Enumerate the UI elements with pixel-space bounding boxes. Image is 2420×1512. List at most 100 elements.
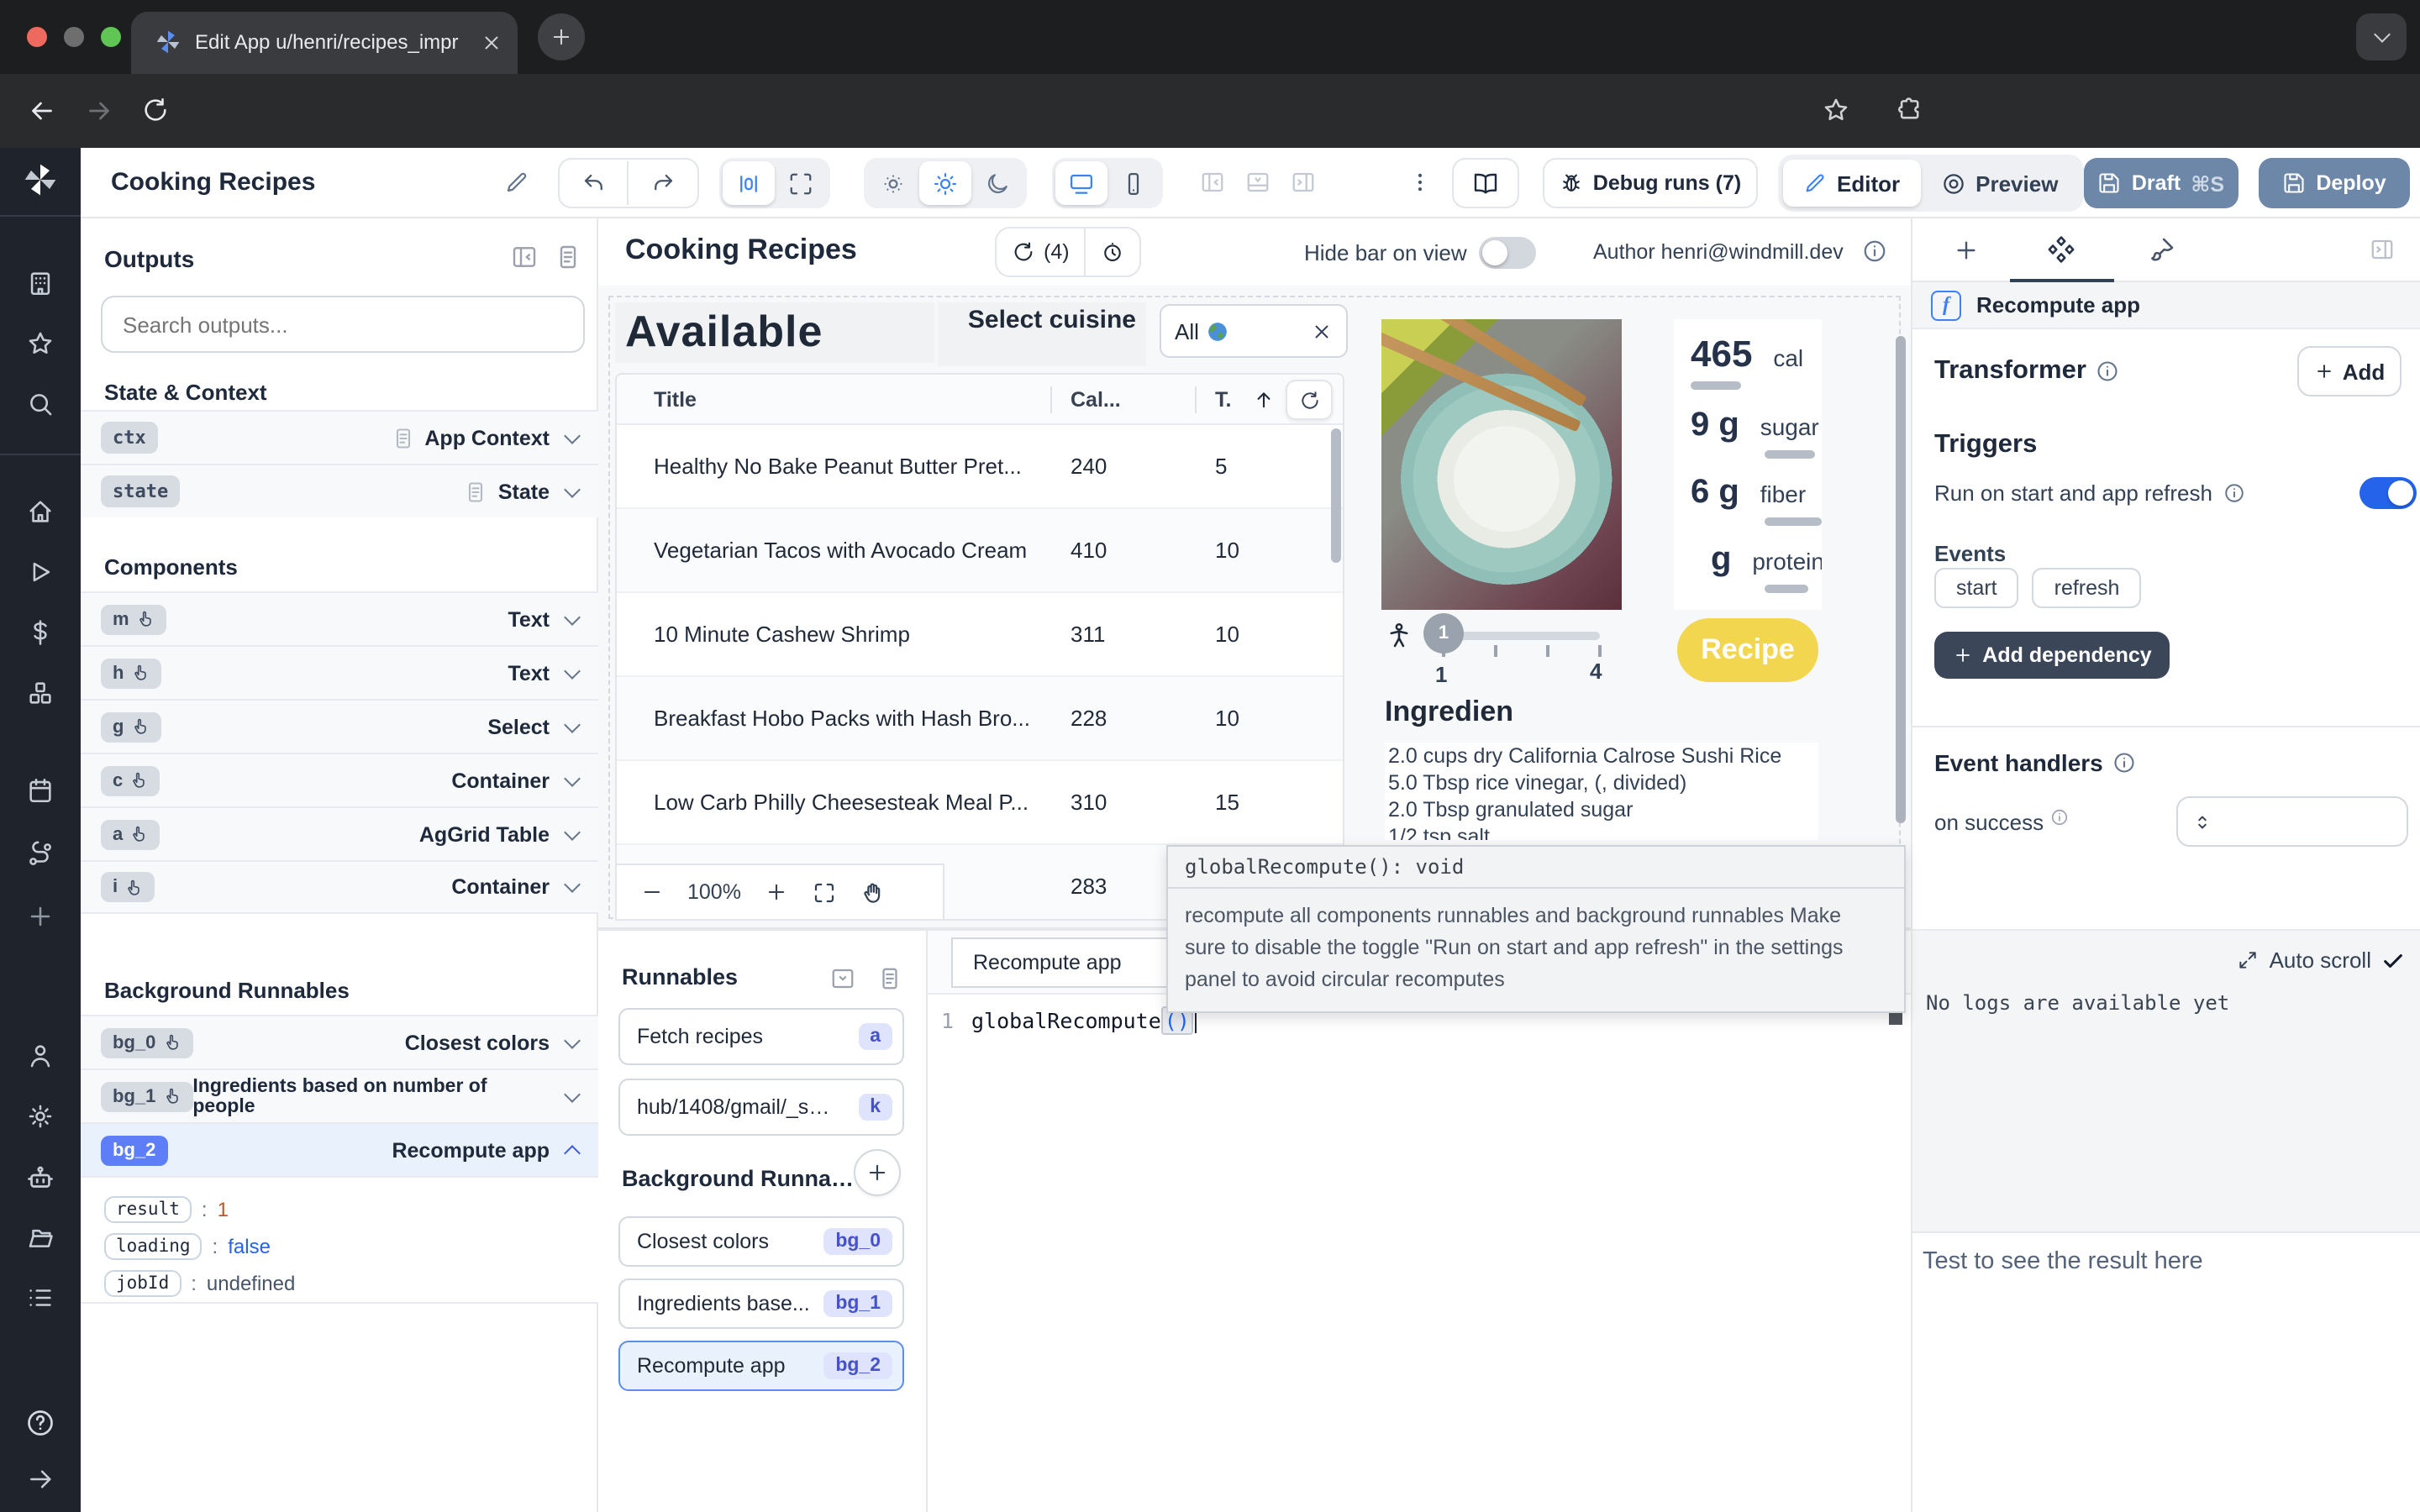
redo-button[interactable] (629, 161, 697, 205)
output-row-state[interactable]: state State (81, 464, 598, 517)
styling-brush-icon[interactable] (2148, 235, 2176, 264)
chevron-down-icon[interactable] (564, 823, 581, 840)
collapse-panel-right-icon[interactable] (2370, 237, 2395, 262)
bookmark-star-icon[interactable] (1822, 96, 1850, 124)
table-row[interactable]: Healthy No Bake Peanut Butter Pret...240… (617, 425, 1343, 509)
chevron-down-icon[interactable] (564, 876, 581, 893)
schedules-calendar-icon[interactable] (26, 776, 55, 805)
history-button[interactable] (1086, 228, 1140, 276)
search-icon[interactable] (26, 390, 55, 418)
runnable-card[interactable]: hub/1408/gmail/_sen... k (618, 1079, 904, 1136)
pan-hand-icon[interactable] (860, 879, 886, 905)
table-row[interactable]: 10 Minute Cashew Shrimp31110 (617, 593, 1343, 677)
reload-icon[interactable] (141, 96, 170, 124)
panel-right-icon[interactable] (1291, 170, 1316, 195)
browser-tab[interactable]: Edit App u/henri/recipes_impr (131, 12, 518, 74)
zoom-in-icon[interactable] (765, 880, 788, 904)
search-outputs-input[interactable] (101, 296, 585, 353)
theme-dark-button[interactable] (971, 161, 1023, 205)
doc-icon[interactable] (877, 966, 902, 991)
component-row[interactable]: c Container (81, 753, 598, 806)
search-tabs-button[interactable] (2356, 13, 2407, 60)
background-runnable-card-selected[interactable]: Recompute app bg_2 (618, 1341, 904, 1391)
zoom-out-icon[interactable] (640, 880, 664, 904)
folders-icon[interactable] (26, 1223, 55, 1252)
info-icon[interactable] (2050, 808, 2069, 827)
tab-preview[interactable]: Preview (1920, 160, 2078, 207)
panel-left-icon[interactable] (1200, 170, 1225, 195)
extensions-icon[interactable] (1896, 96, 1924, 124)
window-zoom-button[interactable] (101, 27, 121, 47)
workers-robot-icon[interactable] (25, 1163, 55, 1193)
col-title[interactable]: Title (654, 387, 697, 411)
resources-cubes-icon[interactable] (26, 679, 55, 707)
table-row[interactable]: Breakfast Hobo Packs with Hash Bro...228… (617, 677, 1343, 761)
code-line[interactable]: globalRecompute()​ (971, 1008, 1197, 1033)
fullwidth-layout-button[interactable] (775, 161, 827, 205)
center-layout-button[interactable] (723, 161, 775, 205)
chevron-down-icon[interactable] (564, 716, 581, 732)
chevron-down-icon[interactable] (564, 480, 581, 497)
tab-editor[interactable]: Editor (1783, 160, 1920, 207)
run-on-start-toggle[interactable] (2360, 477, 2417, 509)
component-row[interactable]: m Text (81, 591, 598, 645)
table-row[interactable]: Low Carb Philly Cheesesteak Meal P...310… (617, 761, 1343, 845)
chevron-down-icon[interactable] (564, 769, 581, 786)
add-background-runnable-button[interactable] (854, 1149, 901, 1196)
theme-auto-button[interactable] (867, 161, 919, 205)
info-icon[interactable] (1862, 239, 1887, 264)
info-icon[interactable] (2223, 482, 2244, 504)
background-runnable-row[interactable]: bg_0 Closest colors (81, 1015, 598, 1068)
background-runnable-card[interactable]: Ingredients base... bg_1 (618, 1278, 904, 1329)
background-runnable-row[interactable]: bg_1 Ingredients based on number of peop… (81, 1068, 598, 1122)
variables-dollar-icon[interactable] (26, 618, 55, 647)
info-icon[interactable] (2113, 751, 2137, 774)
clear-select-x-icon[interactable] (1311, 320, 1333, 342)
recipe-button[interactable]: Recipe (1677, 618, 1818, 682)
new-tab-button[interactable] (538, 13, 585, 60)
home-icon[interactable] (26, 497, 55, 526)
more-menu-icon[interactable] (1408, 170, 1432, 195)
chevron-down-icon[interactable] (564, 1032, 581, 1048)
tab-close-icon[interactable] (481, 32, 502, 54)
edit-title-pencil-icon[interactable] (504, 170, 529, 195)
table-refresh-button[interactable] (1286, 380, 1333, 420)
window-close-button[interactable] (27, 27, 47, 47)
canvas-scrollbar[interactable] (1896, 336, 1906, 823)
doc-panel-icon[interactable] (555, 244, 581, 270)
background-runnable-card[interactable]: Closest colors bg_0 (618, 1216, 904, 1267)
insert-component-plus-icon[interactable] (1953, 237, 1980, 264)
logs-list-icon[interactable] (26, 1284, 55, 1312)
editor-tab[interactable]: Recompute app (951, 937, 1186, 988)
expand-logs-icon[interactable] (2238, 949, 2260, 971)
component-row[interactable]: a AgGrid Table (81, 806, 598, 860)
users-person-icon[interactable] (26, 1042, 55, 1070)
forward-icon[interactable] (84, 96, 114, 126)
mobile-view-button[interactable] (1107, 161, 1160, 205)
cuisine-select[interactable]: All (1160, 304, 1348, 358)
add-dependency-button[interactable]: Add dependency (1934, 632, 2170, 679)
collapse-panel-icon[interactable] (511, 244, 538, 270)
settings-gear-icon[interactable] (26, 1102, 55, 1131)
chevron-down-icon[interactable] (564, 1085, 581, 1102)
flows-route-icon[interactable] (26, 840, 55, 869)
workspace-icon[interactable] (26, 269, 55, 297)
runs-play-icon[interactable] (26, 558, 55, 586)
component-row[interactable]: g Select (81, 699, 598, 753)
info-icon[interactable] (2096, 360, 2120, 383)
deploy-button[interactable]: Deploy (2259, 158, 2410, 208)
output-row-ctx[interactable]: ctx App Context (81, 410, 598, 464)
hide-bar-toggle[interactable] (1479, 237, 1536, 269)
desktop-view-button[interactable] (1055, 161, 1107, 205)
table-scrollbar[interactable] (1331, 428, 1341, 563)
runnable-card[interactable]: Fetch recipes a (618, 1008, 904, 1065)
chevron-down-icon[interactable] (564, 662, 581, 679)
create-plus-icon[interactable] (26, 902, 55, 931)
chevron-down-icon[interactable] (564, 608, 581, 625)
panel-bottom-icon[interactable] (1245, 170, 1270, 195)
collapse-box-icon[interactable] (830, 966, 855, 991)
component-row[interactable]: i Container (81, 860, 598, 914)
sort-up-arrow-icon[interactable] (1252, 388, 1276, 412)
add-transformer-button[interactable]: Add (2297, 346, 2402, 396)
favorites-star-icon[interactable] (26, 329, 55, 358)
